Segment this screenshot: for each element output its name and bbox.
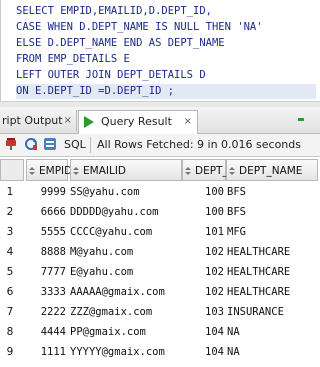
cell-emailid[interactable]: YYYYY@gmaix.com [70, 343, 165, 362]
row-number: 7 [6, 306, 14, 318]
tab-script-output-label: ript Output [2, 114, 63, 127]
cell-emailid[interactable]: CCCC@yahu.com [70, 223, 152, 242]
cell-emailid[interactable]: M@yahu.com [70, 243, 133, 262]
cell-emailid[interactable]: DDDDD@yahu.com [70, 203, 159, 222]
cell-emailid[interactable]: AAAAA@gmaix.com [70, 283, 165, 302]
table-row[interactable]: 4 8888 M@yahu.com 102 HEALTHCARE [0, 243, 320, 262]
cell-dept-name[interactable]: MFG [227, 223, 246, 242]
cell-dept-id[interactable]: 103 [186, 303, 224, 322]
cell-empid[interactable]: 8888 [26, 243, 66, 262]
row-number: 4 [6, 246, 14, 258]
column-header-dept-id[interactable]: DEPT_ID [182, 159, 239, 181]
cell-empid[interactable]: 6666 [26, 203, 66, 222]
cell-dept-id[interactable]: 102 [186, 283, 224, 302]
fetch-status: All Rows Fetched: 9 in 0.016 seconds [97, 138, 301, 151]
cell-empid[interactable]: 2222 [26, 303, 66, 322]
column-header-emailid[interactable]: EMAILID [70, 159, 182, 181]
grid-header: EMPID EMAILID DEPT_ID DEPT_NAME [0, 159, 320, 183]
results-grid: EMPID EMAILID DEPT_ID DEPT_NAME 1 9999 S… [0, 157, 320, 367]
sql-export-icon[interactable] [43, 137, 57, 151]
code-line-6[interactable]: ON E.DEPT_ID =D.DEPT_ID ; [16, 84, 316, 99]
cell-dept-id[interactable]: 104 [186, 323, 224, 342]
cell-emailid[interactable]: PP@gmaix.com [70, 323, 146, 342]
table-row[interactable]: 6 3333 AAAAA@gmaix.com 102 HEALTHCARE [0, 283, 320, 302]
pin-icon[interactable] [4, 137, 18, 151]
row-number: 5 [6, 266, 14, 278]
cell-dept-name[interactable]: HEALTHCARE [227, 283, 290, 302]
row-number-header [0, 159, 24, 181]
table-row[interactable]: 2 6666 DDDDD@yahu.com 100 BFS [0, 203, 320, 222]
cell-emailid[interactable]: ZZZ@gmaix.com [70, 303, 152, 322]
cell-dept-id[interactable]: 104 [186, 343, 224, 362]
code-line-4[interactable]: FROM EMP_DETAILS E [16, 52, 130, 67]
cell-empid[interactable]: 9999 [26, 183, 66, 202]
cell-empid[interactable]: 4444 [26, 323, 66, 342]
tab-script-output[interactable]: ript Output × [0, 110, 77, 132]
table-row[interactable]: 1 9999 SS@yahu.com 100 BFS [0, 183, 320, 202]
cell-emailid[interactable]: SS@yahu.com [70, 183, 140, 202]
row-number: 1 [6, 186, 14, 198]
cell-dept-id[interactable]: 100 [186, 203, 224, 222]
cell-dept-name[interactable]: BFS [227, 183, 246, 202]
code-line-2[interactable]: CASE WHEN D.DEPT_NAME IS NULL THEN 'NA' [16, 20, 263, 35]
results-tab-bar: ript Output × Query Result × [0, 107, 320, 134]
tab-query-result[interactable]: Query Result × [78, 110, 198, 134]
run-statement-icon [84, 116, 94, 128]
sort-icon[interactable] [229, 167, 235, 175]
cell-dept-id[interactable]: 102 [186, 243, 224, 262]
row-number: 3 [6, 226, 14, 238]
cell-empid[interactable]: 5555 [26, 223, 66, 242]
cell-dept-name[interactable]: INSURANCE [227, 303, 284, 322]
code-line-5[interactable]: LEFT OUTER JOIN DEPT_DETAILS D [16, 68, 206, 83]
sql-button[interactable]: SQL [64, 134, 86, 156]
cell-dept-name[interactable]: HEALTHCARE [227, 243, 290, 262]
code-line-1[interactable]: SELECT EMPID,EMAILID,D.DEPT_ID, [16, 4, 212, 19]
sort-icon[interactable] [73, 167, 79, 175]
row-number: 9 [6, 346, 14, 358]
row-number: 2 [6, 206, 14, 218]
cell-dept-name[interactable]: HEALTHCARE [227, 263, 290, 282]
sort-icon[interactable] [29, 167, 35, 175]
cell-dept-id[interactable]: 101 [186, 223, 224, 242]
code-line-3[interactable]: ELSE D.DEPT_NAME END AS DEPT_NAME [16, 36, 225, 51]
cell-empid[interactable]: 1111 [26, 343, 66, 362]
sort-icon[interactable] [185, 167, 191, 175]
cell-dept-name[interactable]: NA [227, 343, 240, 362]
row-number: 8 [6, 326, 14, 338]
cell-dept-id[interactable]: 100 [186, 183, 224, 202]
cell-dept-name[interactable]: NA [227, 323, 240, 342]
close-icon[interactable]: × [184, 111, 192, 133]
cell-empid[interactable]: 3333 [26, 283, 66, 302]
table-row[interactable]: 8 4444 PP@gmaix.com 104 NA [0, 323, 320, 342]
cell-dept-name[interactable]: BFS [227, 203, 246, 222]
cell-dept-id[interactable]: 102 [186, 263, 224, 282]
table-row[interactable]: 5 7777 E@yahu.com 102 HEALTHCARE [0, 263, 320, 282]
close-icon[interactable]: × [64, 110, 72, 132]
cell-emailid[interactable]: E@yahu.com [70, 263, 133, 282]
table-row[interactable]: 7 2222 ZZZ@gmaix.com 103 INSURANCE [0, 303, 320, 322]
sql-editor[interactable]: SELECT EMPID,EMAILID,D.DEPT_ID, CASE WHE… [0, 0, 320, 101]
tab-query-result-label: Query Result [101, 115, 172, 128]
refresh-icon[interactable] [24, 137, 38, 151]
table-row[interactable]: 3 5555 CCCC@yahu.com 101 MFG [0, 223, 320, 242]
results-toolbar: SQL All Rows Fetched: 9 in 0.016 seconds [0, 134, 320, 157]
column-header-dept-name[interactable]: DEPT_NAME [226, 159, 318, 181]
cell-empid[interactable]: 7777 [26, 263, 66, 282]
column-header-empid[interactable]: EMPID [26, 159, 72, 181]
status-indicator [298, 118, 304, 121]
table-row[interactable]: 9 1111 YYYYY@gmaix.com 104 NA [0, 343, 320, 362]
editor-gutter [0, 0, 1, 101]
row-number: 6 [6, 286, 14, 298]
toolbar-divider [90, 137, 91, 153]
